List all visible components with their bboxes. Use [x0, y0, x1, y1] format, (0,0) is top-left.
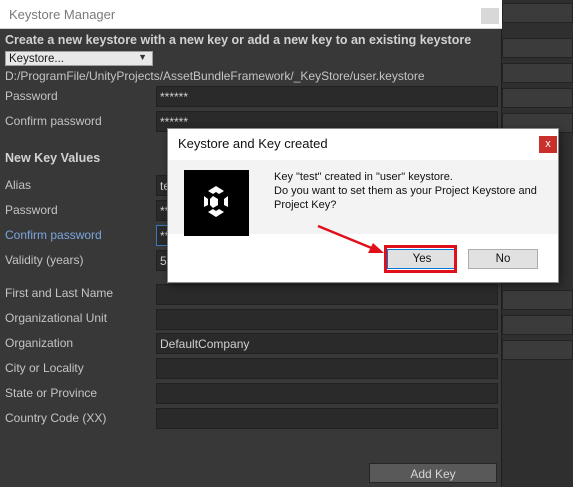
annotation-arrow-icon	[317, 224, 384, 253]
